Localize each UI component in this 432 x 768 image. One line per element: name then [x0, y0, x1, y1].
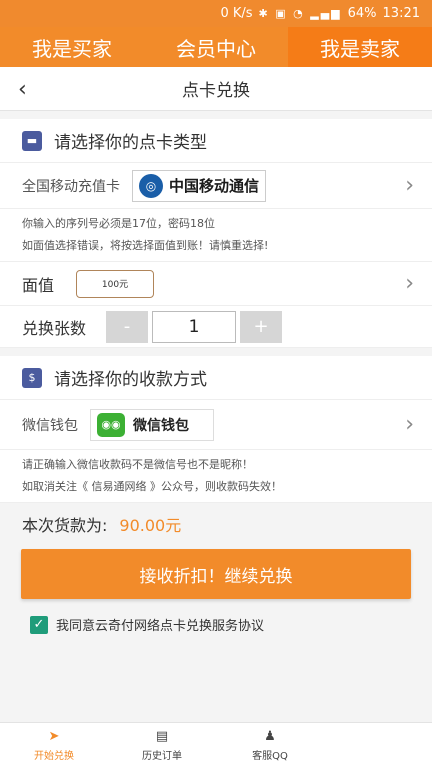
tab-member-center[interactable]: 会员中心 — [144, 27, 288, 67]
wallet-label: 微信钱包 — [22, 417, 78, 434]
bottom-tab-history[interactable]: ▤ 历史订单 — [108, 723, 216, 768]
section-payment: $ 请选择你的收款方式 — [0, 356, 432, 400]
chevron-right-icon[interactable]: › — [405, 173, 414, 198]
wallet-notes: 请正确输入微信收款码不是微信号也不是昵称！ 如取消关注《 信易通网络 》公众号，… — [0, 450, 432, 503]
bottom-tab-label: 历史订单 — [142, 751, 182, 762]
face-value-select[interactable]: 100元 — [76, 269, 155, 298]
quantity-label: 兑换张数 — [22, 318, 87, 338]
paper-plane-icon: ➤ — [48, 729, 60, 744]
card-type-label: 全国移动充值卡 — [22, 178, 120, 195]
face-value-label: 面值 — [22, 275, 55, 295]
title-bar: ‹ 点卡兑换 — [0, 67, 432, 111]
agreement-row[interactable]: ✓ 我同意云奇付网络点卡兑换服务协议 — [30, 615, 432, 634]
wallet-note-2: 如取消关注《 信易通网络 》公众号，则收款码失效！ — [22, 480, 282, 493]
quantity-input[interactable]: 1 — [152, 310, 237, 343]
money-bag-icon: $ — [22, 367, 42, 388]
quantity-row: 兑换张数 - 1 + — [0, 306, 432, 348]
section-card-title: 请选择你的点卡类型 — [54, 133, 207, 153]
network-speed: 0 K/s — [220, 6, 253, 21]
quantity-stepper: - 1 + — [106, 310, 283, 343]
chevron-right-icon[interactable]: › — [405, 271, 414, 296]
battery-level: 64% — [347, 6, 377, 21]
total-row: 本次货款为: 90.00元 — [0, 503, 432, 545]
total-amount: 90.00元 — [119, 516, 182, 535]
card-icon: ▬ — [22, 130, 42, 151]
wechat-wallet-logo: ◉◉ 微信钱包 — [90, 408, 214, 441]
card-note-2: 如面值选择错误，将按选择面值到账！请慎重选择! — [22, 239, 269, 252]
total-label: 本次货款为: — [22, 516, 108, 535]
tab-seller[interactable]: 我是卖家 — [288, 27, 432, 67]
submit-button[interactable]: 接收折扣！继续兑换 — [21, 549, 411, 599]
bottom-tab-support[interactable]: ♟ 客服QQ — [216, 723, 324, 768]
status-icons: ✱ ▣ ◔ ▂▄▆ — [258, 7, 342, 20]
back-arrow-icon[interactable]: ‹ — [18, 77, 27, 102]
china-mobile-icon: ◎ — [139, 173, 163, 198]
tab-buyer[interactable]: 我是买家 — [0, 27, 144, 67]
bottom-nav: ➤ 开始兑换 ▤ 历史订单 ♟ 客服QQ — [0, 722, 432, 768]
china-mobile-logo: ◎ 中国移动通信 — [132, 169, 267, 202]
card-note-1: 你输入的序列号必须是17位，密码18位 — [22, 217, 215, 230]
status-bar: 0 K/s ✱ ▣ ◔ ▂▄▆ 64% 13:21 — [0, 0, 432, 27]
bell-icon: ♟ — [264, 729, 276, 744]
increment-button[interactable]: + — [240, 310, 283, 343]
face-value-row[interactable]: 面值 100元 › — [0, 262, 432, 306]
top-nav: 我是买家 会员中心 我是卖家 — [0, 27, 432, 67]
section-card-type: ▬ 请选择你的点卡类型 — [0, 119, 432, 163]
decrement-button[interactable]: - — [106, 310, 149, 343]
wechat-icon: ◉◉ — [97, 412, 125, 437]
checkbox-checked-icon[interactable]: ✓ — [30, 615, 48, 634]
document-icon: ▤ — [155, 729, 169, 744]
china-mobile-logo-text: 中国移动通信 — [169, 177, 260, 195]
page-title: 点卡兑换 — [182, 81, 250, 101]
wechat-wallet-logo-text: 微信钱包 — [133, 417, 189, 434]
clock: 13:21 — [382, 6, 420, 21]
bottom-tab-start-exchange[interactable]: ➤ 开始兑换 — [0, 723, 108, 768]
section-payment-title: 请选择你的收款方式 — [54, 370, 207, 390]
chevron-right-icon[interactable]: › — [405, 412, 414, 437]
bottom-tab-label: 开始兑换 — [34, 751, 74, 762]
card-type-row[interactable]: 全国移动充值卡 ◎ 中国移动通信 › — [0, 163, 432, 209]
wallet-note-1: 请正确输入微信收款码不是微信号也不是昵称！ — [22, 458, 253, 471]
agreement-text[interactable]: 我同意云奇付网络点卡兑换服务协议 — [56, 615, 264, 634]
card-notes: 你输入的序列号必须是17位，密码18位 如面值选择错误，将按选择面值到账！请慎重… — [0, 209, 432, 262]
bottom-tab-label: 客服QQ — [252, 751, 288, 762]
wallet-row[interactable]: 微信钱包 ◉◉ 微信钱包 › — [0, 400, 432, 450]
